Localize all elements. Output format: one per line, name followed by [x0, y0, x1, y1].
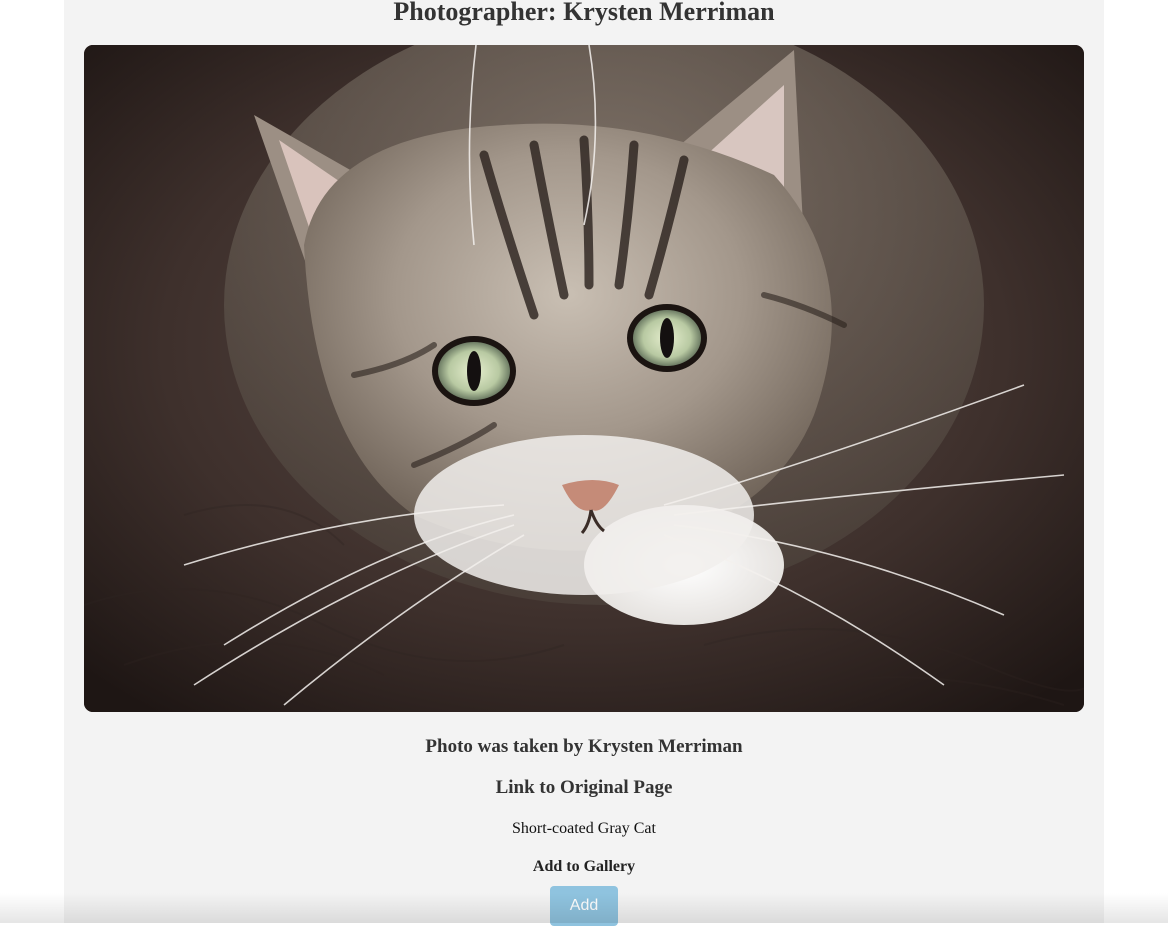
page-title: Photographer: Krysten Merriman — [393, 0, 775, 26]
photo-detail-panel: Photographer: Krysten Merriman Photo was… — [64, 0, 1104, 926]
add-button[interactable]: Add — [550, 886, 618, 926]
photo-credit: Photo was taken by Krysten Merriman — [425, 736, 743, 757]
cat-photo — [84, 45, 1084, 712]
add-to-gallery-heading: Add to Gallery — [532, 858, 636, 875]
photo-description: Short-coated Gray Cat — [512, 820, 656, 837]
cat-photo-illustration — [84, 45, 1084, 712]
original-page-link[interactable]: Link to Original Page — [64, 777, 1104, 799]
